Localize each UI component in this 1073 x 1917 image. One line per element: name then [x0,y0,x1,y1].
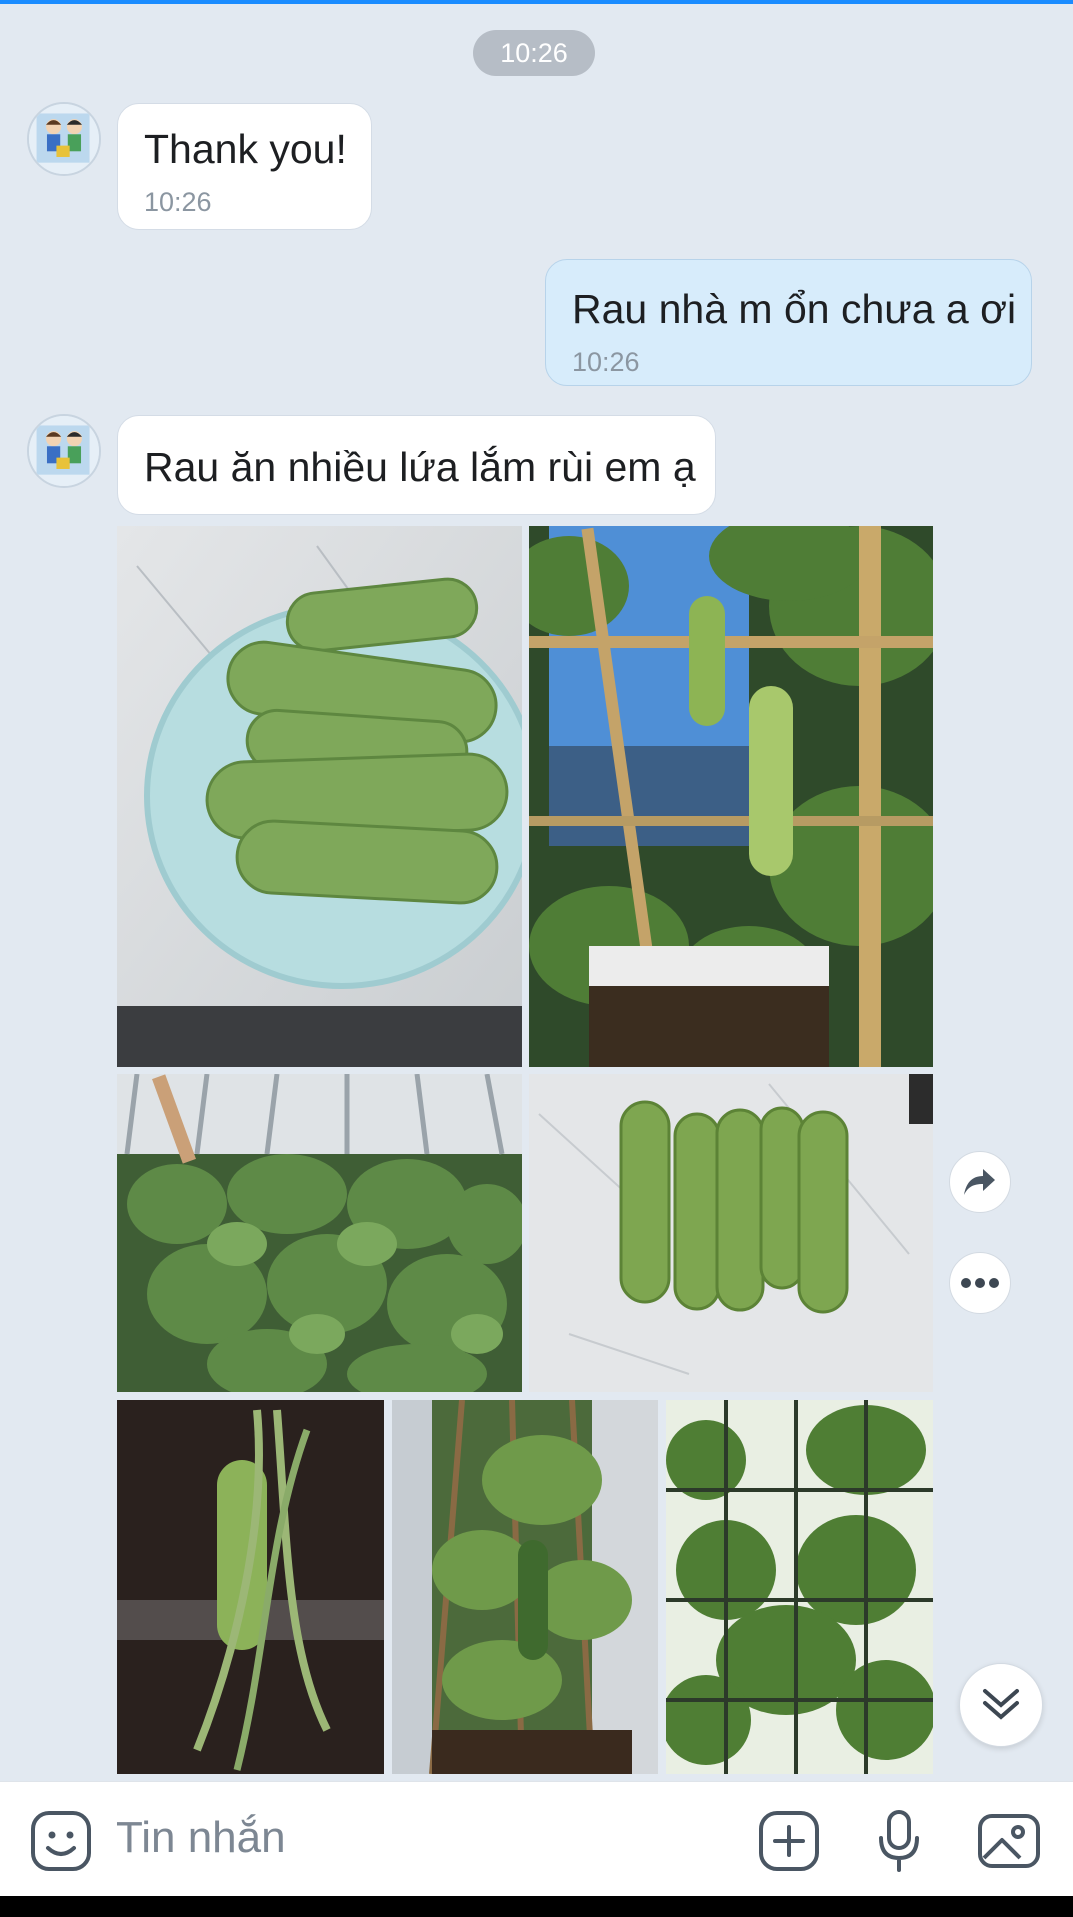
share-button[interactable] [949,1151,1011,1213]
message-time: 10:26 [144,187,212,217]
album-photo[interactable] [666,1400,933,1774]
microphone-icon[interactable] [866,1808,932,1874]
message-text: Rau nhà m ổn chưa a ơi [572,286,1017,332]
message-text: Rau ăn nhiều lứa lắm rùi em ạ [144,444,696,490]
more-button[interactable] [949,1252,1011,1314]
share-arrow-icon [964,1169,995,1195]
contact-avatar[interactable] [27,414,101,488]
top-accent-line [0,0,1073,4]
album-photo[interactable] [117,1074,522,1392]
message-bubble-incoming[interactable]: Thank you! 10:26 [117,103,372,230]
double-chevron-down-icon [983,1689,1019,1720]
album-photo[interactable] [529,1074,933,1392]
message-bubble-incoming[interactable]: Rau ăn nhiều lứa lắm rùi em ạ [117,415,716,515]
scroll-to-bottom-button[interactable] [959,1663,1043,1747]
contact-avatar[interactable] [27,102,101,176]
sticker-icon[interactable] [28,1808,94,1874]
message-text: Thank you! [144,126,347,172]
system-nav-bar [0,1896,1073,1917]
message-composer: Tin nhắn [0,1781,1073,1896]
message-input[interactable]: Tin nhắn [116,1813,286,1863]
album-photo[interactable] [117,1400,384,1774]
more-dots-icon [961,1278,999,1288]
album-photo[interactable] [117,526,522,1067]
message-time: 10:26 [572,347,640,377]
album-photo[interactable] [529,526,933,1067]
image-icon[interactable] [976,1808,1042,1874]
album-photo[interactable] [392,1400,658,1774]
add-icon[interactable] [756,1808,822,1874]
message-bubble-outgoing[interactable]: Rau nhà m ổn chưa a ơi 10:26 [545,259,1032,386]
time-separator: 10:26 [473,30,595,76]
